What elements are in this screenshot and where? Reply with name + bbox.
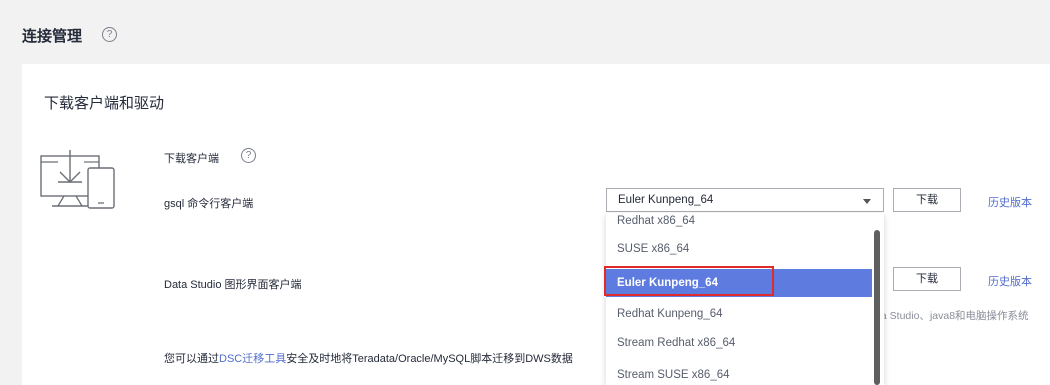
history-datastudio-link[interactable]: 历史版本: [988, 273, 1032, 289]
chevron-down-icon: [863, 199, 871, 204]
option-redhat-kunpeng[interactable]: Redhat Kunpeng_64: [606, 300, 872, 328]
dropdown-scrollbar[interactable]: [874, 230, 880, 385]
client-help-icon[interactable]: ?: [241, 148, 256, 163]
history-gsql-link[interactable]: 历史版本: [988, 194, 1032, 210]
option-redhat-x86[interactable]: Redhat x86_64: [606, 213, 872, 235]
download-gsql-button[interactable]: 下载: [893, 188, 961, 212]
dsc-tool-link[interactable]: DSC迁移工具: [219, 353, 286, 365]
page-header: 连接管理 ?: [0, 0, 1050, 52]
dsc-hint-prefix: 您可以通过: [164, 353, 219, 365]
os-select-value: Euler Kunpeng_64: [618, 194, 714, 206]
option-stream-redhat-x86[interactable]: Stream Redhat x86_64: [606, 329, 872, 357]
datastudio-label: Data Studio 图形界面客户端: [164, 279, 302, 291]
dsc-hint-suffix: 安全及时地将Teradata/Oracle/MySQL脚本迁移到DWS数据: [286, 353, 573, 365]
option-suse-x86[interactable]: SUSE x86_64: [606, 235, 872, 263]
page-title: 连接管理: [22, 28, 83, 45]
download-datastudio-button[interactable]: 下载: [893, 267, 961, 291]
content-card: [22, 64, 1050, 385]
dsc-hint: 您可以通过DSC迁移工具安全及时地将Teradata/Oracle/MySQL脚…: [164, 350, 606, 366]
download-device-icon: [40, 150, 115, 209]
help-icon[interactable]: ?: [102, 27, 117, 42]
os-select[interactable]: Euler Kunpeng_64: [606, 188, 884, 212]
client-heading: 下载客户端: [164, 153, 219, 165]
option-euler-kunpeng[interactable]: Euler Kunpeng_64: [606, 269, 872, 297]
datastudio-note: ta Studio、java8和电脑操作系统: [878, 310, 1029, 322]
gsql-label: gsql 命令行客户端: [164, 198, 254, 210]
option-stream-suse-x86[interactable]: Stream SUSE x86_64: [606, 361, 872, 385]
section-title: 下载客户端和驱动: [44, 95, 165, 112]
os-dropdown-list: Redhat x86_64 SUSE x86_64 Euler Kunpeng_…: [606, 213, 884, 385]
